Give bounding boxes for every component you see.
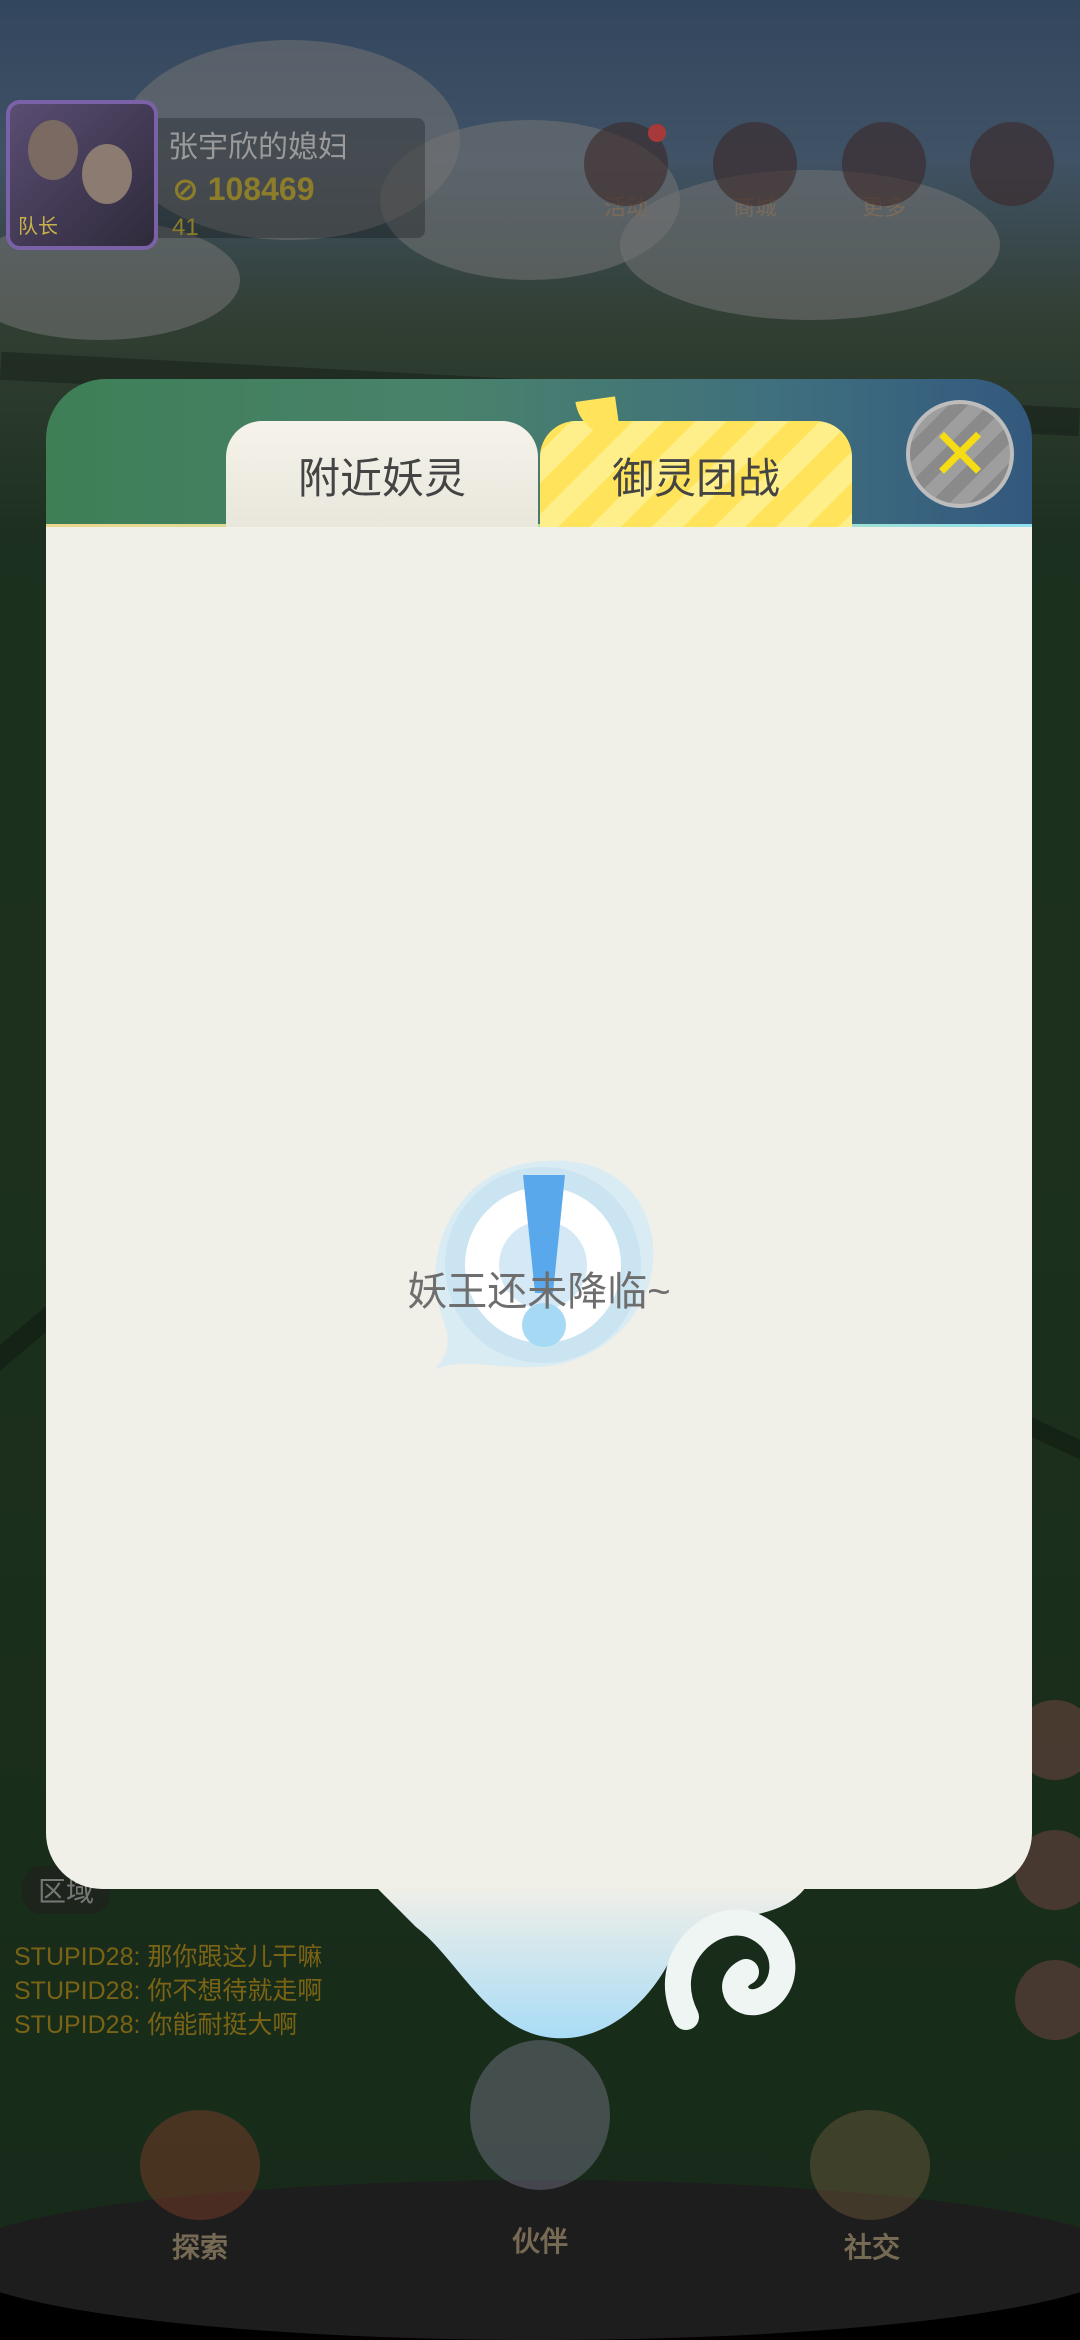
shop-icon bbox=[713, 122, 797, 206]
spirit-tail-decoration bbox=[376, 1887, 806, 2039]
partner-mascot-icon[interactable] bbox=[470, 2040, 610, 2190]
modal-header bbox=[46, 379, 1032, 529]
player-level: 41 bbox=[172, 214, 199, 241]
close-button[interactable]: ✕ bbox=[906, 400, 1014, 508]
compass-button[interactable] bbox=[968, 122, 1056, 206]
captain-badge: 队长 bbox=[18, 216, 58, 238]
score-value: 108469 bbox=[207, 171, 315, 207]
notification-dot bbox=[648, 124, 666, 142]
chat-log[interactable]: STUPID28: 那你跟这儿干嘛 STUPID28: 你不想待就走啊 STUP… bbox=[14, 1940, 322, 2042]
avatar-face-left bbox=[28, 120, 78, 180]
tab-horn-decoration bbox=[575, 396, 621, 442]
social-icon[interactable] bbox=[810, 2110, 930, 2220]
player-score: ⊘ 108469 bbox=[172, 171, 315, 207]
shop-button[interactable]: 商城 bbox=[711, 122, 799, 222]
tab-spirit-team-battle[interactable]: 御灵团战 bbox=[540, 396, 852, 529]
tab-battle-label: 御灵团战 bbox=[611, 454, 780, 502]
more-button[interactable]: 更多 bbox=[840, 122, 928, 222]
empty-state-message: 妖王还未降临~ bbox=[407, 1270, 671, 1314]
nav-social[interactable]: 社交 bbox=[844, 2226, 900, 2266]
modal-content: 妖王还未降临~ bbox=[46, 527, 1032, 1889]
chat-message: STUPID28: 你能耐挺大啊 bbox=[14, 2011, 298, 2039]
grid-icon bbox=[842, 122, 926, 206]
nav-partner[interactable]: 伙伴 bbox=[512, 2220, 568, 2260]
avatar-face-right bbox=[82, 144, 132, 204]
close-icon: ✕ bbox=[929, 412, 991, 496]
tab-nearby-label: 附近妖灵 bbox=[297, 454, 466, 502]
boss-battle-modal: 附近妖灵 御灵团战 ✕ 妖王还未降临~ bbox=[46, 379, 1032, 2039]
player-name: 张宇欣的媳妇 bbox=[168, 131, 348, 164]
chat-message: STUPID28: 你不想待就走啊 bbox=[14, 1977, 323, 2005]
gift-icon bbox=[584, 122, 668, 206]
activity-button[interactable]: 活动 bbox=[582, 122, 670, 222]
tab-nearby-spirits[interactable]: 附近妖灵 bbox=[226, 421, 538, 529]
nav-explore[interactable]: 探索 bbox=[172, 2226, 228, 2266]
map-pin-icon[interactable] bbox=[140, 2110, 260, 2220]
chat-message: STUPID28: 那你跟这儿干嘛 bbox=[14, 1943, 323, 1971]
compass-icon bbox=[970, 122, 1054, 206]
